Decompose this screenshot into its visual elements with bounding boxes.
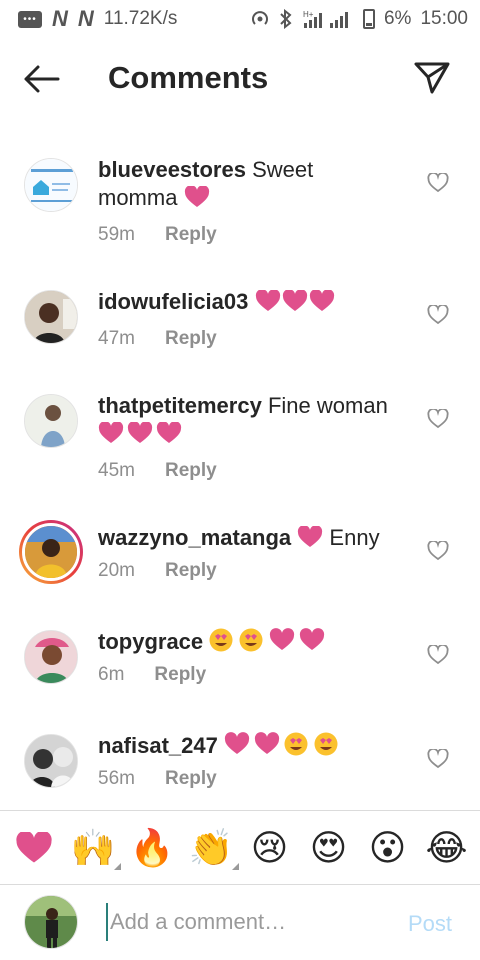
like-heart-icon[interactable]	[427, 173, 449, 193]
reply-button[interactable]: Reply	[165, 328, 217, 350]
profile-photo	[25, 735, 77, 787]
comment-input[interactable]	[106, 903, 386, 941]
comment-username[interactable]: topygrace	[98, 629, 203, 654]
skin-tone-indicator	[231, 862, 239, 870]
like-heart-icon[interactable]	[427, 541, 449, 561]
reply-button[interactable]: Reply	[154, 664, 206, 686]
comment-time: 6m	[98, 664, 125, 685]
comment-time: 56m	[98, 768, 135, 789]
comment-meta: 20m Reply	[98, 560, 217, 582]
profile-photo	[25, 291, 77, 343]
avatar-story-ring[interactable]	[19, 520, 83, 584]
profile-photo	[25, 395, 77, 447]
profile-photo	[25, 896, 77, 948]
comment-username[interactable]: nafisat_247	[98, 733, 218, 758]
heart-eyes-emoji-button[interactable]: 😍	[307, 826, 351, 870]
reply-button[interactable]: Reply	[165, 460, 217, 482]
comment-meta: 6m Reply	[98, 664, 206, 686]
profile-photo	[25, 526, 77, 578]
page-title: Comments	[108, 60, 269, 95]
status-right: H+ 6% 15:00	[250, 8, 468, 30]
crying-face-emoji-button[interactable]: 😢	[248, 826, 292, 870]
comment-body: idowufelicia03	[98, 288, 398, 319]
arrow-left-icon	[24, 65, 60, 93]
like-heart-icon[interactable]	[427, 749, 449, 769]
network-speed: 11.72K/s	[103, 8, 178, 29]
status-bar: ••• N N 11.72K/s H+ 6% 15:00	[0, 0, 480, 38]
comment-meta: 45m Reply	[98, 460, 217, 482]
reply-button[interactable]: Reply	[165, 560, 217, 582]
comment-meta: 56m Reply	[98, 768, 217, 790]
n-notification-icon: N	[52, 6, 68, 31]
svg-text:H+: H+	[303, 10, 314, 19]
clock: 15:00	[420, 8, 468, 29]
like-heart-icon[interactable]	[427, 409, 449, 429]
comment-meta: 59m Reply	[98, 224, 217, 246]
comment-body: topygrace	[98, 628, 398, 659]
clapping-hands-emoji-button[interactable]: 👏	[189, 826, 239, 870]
heart-emoji-button[interactable]	[12, 826, 56, 870]
comment-username[interactable]: wazzyno_matanga	[98, 525, 291, 550]
bluetooth-icon	[280, 9, 292, 29]
avatar[interactable]	[24, 290, 78, 344]
comment-text: Fine woman	[267, 393, 388, 418]
reply-button[interactable]: Reply	[165, 224, 217, 246]
comment-username[interactable]: blueveestores	[98, 157, 246, 182]
comment-body: blueveestores Sweet momma	[98, 156, 398, 215]
laughing-face-emoji-button[interactable]: 😂	[425, 826, 469, 870]
avatar[interactable]	[24, 158, 78, 212]
comment-time: 59m	[98, 224, 135, 245]
battery-icon	[362, 9, 375, 29]
profile-photo	[25, 631, 77, 683]
comment-text: Enny	[329, 525, 380, 550]
heart-emoji	[98, 421, 182, 451]
emoji-quick-bar: 🙌 🔥 👏 😢 😍 😮 😂	[0, 810, 480, 884]
like-heart-icon[interactable]	[427, 645, 449, 665]
heart-emoji	[255, 289, 335, 319]
comment-body: nafisat_247	[98, 732, 398, 763]
hotspot-icon	[252, 11, 268, 25]
n-notification-icon: N	[77, 6, 94, 31]
signal-icon: H+	[303, 10, 348, 28]
header: Comments	[0, 38, 480, 122]
message-icon: •••	[18, 10, 42, 28]
fire-emoji-button[interactable]: 🔥	[130, 826, 175, 870]
avatar[interactable]	[24, 394, 78, 448]
avatar	[22, 523, 80, 581]
heart-eyes-emoji	[224, 732, 344, 763]
status-left: ••• N N 11.72K/s	[18, 6, 177, 32]
store-logo-image	[25, 159, 77, 211]
avatar[interactable]	[24, 630, 78, 684]
comment-body: wazzyno_matanga Enny	[98, 524, 398, 555]
comment-body: thatpetitemercy Fine woman	[98, 392, 398, 451]
send-icon[interactable]	[412, 58, 452, 98]
avatar[interactable]	[24, 734, 78, 788]
comment-meta: 47m Reply	[98, 328, 217, 350]
my-avatar	[24, 895, 78, 949]
back-button[interactable]	[22, 64, 62, 94]
comment-time: 45m	[98, 460, 135, 481]
post-button[interactable]: Post	[408, 911, 452, 937]
comment-list[interactable]: blueveestores Sweet momma 59m Reply idow…	[0, 122, 480, 810]
comment-username[interactable]: thatpetitemercy	[98, 393, 262, 418]
surprised-face-emoji-button[interactable]: 😮	[366, 826, 410, 870]
like-heart-icon[interactable]	[427, 305, 449, 325]
comment-time: 47m	[98, 328, 135, 349]
comment-composer: Post	[0, 884, 480, 960]
battery-level: 6%	[383, 8, 412, 29]
comment-username[interactable]: idowufelicia03	[98, 289, 248, 314]
heart-emoji	[184, 185, 210, 215]
comment-time: 20m	[98, 560, 135, 581]
reply-button[interactable]: Reply	[165, 768, 217, 790]
heart-eyes-emoji	[209, 628, 329, 659]
skin-tone-indicator	[113, 862, 121, 870]
heart-emoji	[297, 525, 323, 555]
raising-hands-emoji-button[interactable]: 🙌	[71, 826, 121, 870]
